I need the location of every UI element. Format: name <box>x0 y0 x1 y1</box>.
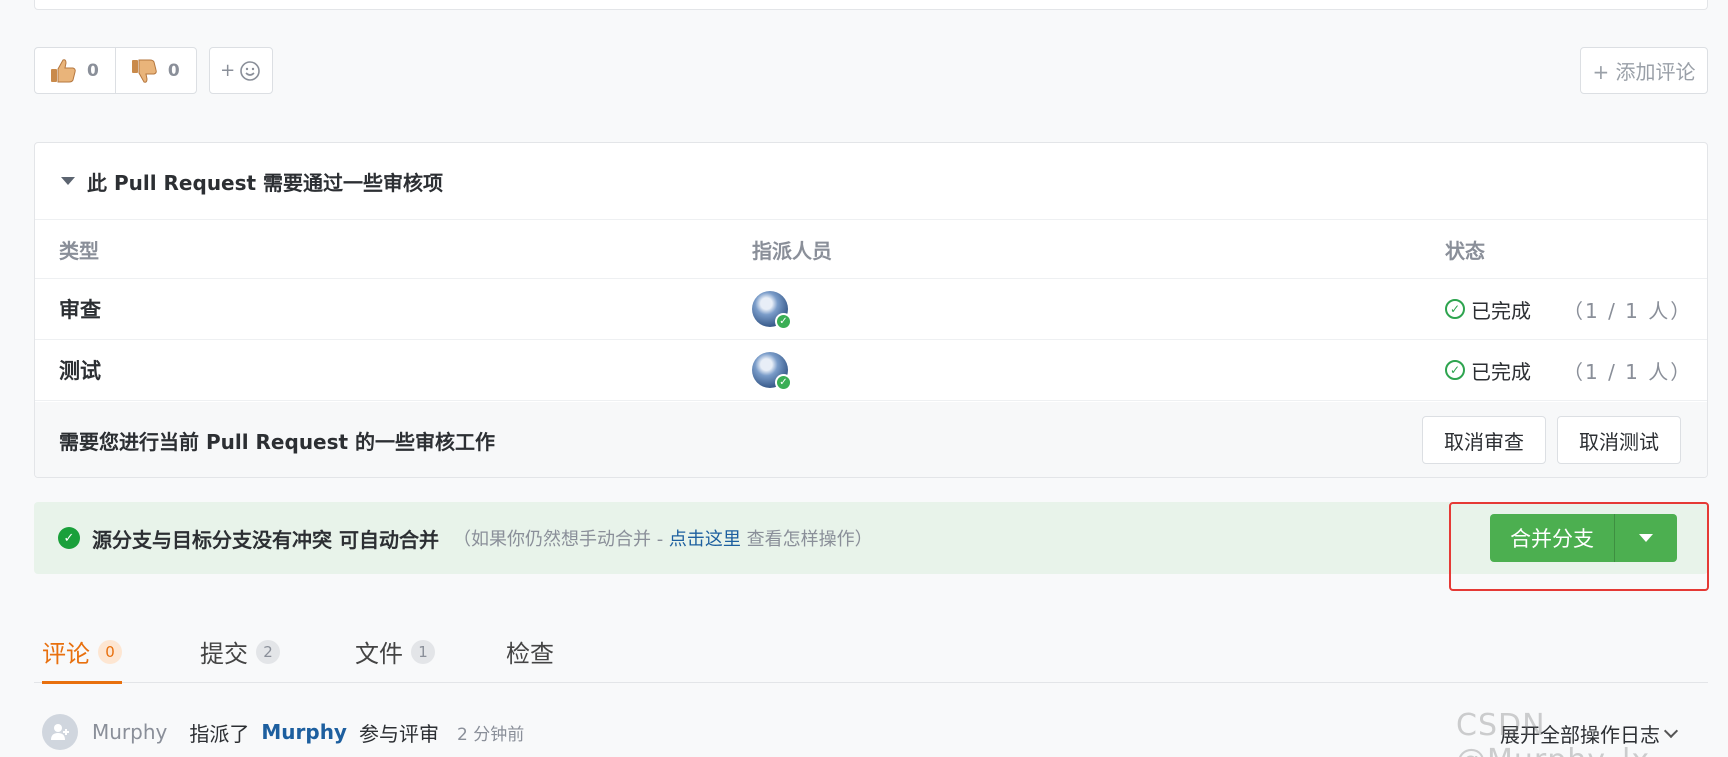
tab-checks[interactable]: 检查 <box>506 620 554 683</box>
tab-label: 提交 <box>200 640 248 668</box>
row-type: 测试 <box>59 359 101 383</box>
expand-log-button[interactable]: 展开全部操作日志 <box>1500 719 1679 748</box>
table-row: 审查 ✓ ✓ 已完成 （1 / 1 人） <box>35 279 1707 340</box>
pr-tabs: 评论 0 提交 2 文件 1 检查 <box>34 620 1708 684</box>
tab-count: 2 <box>256 639 280 664</box>
manual-merge-link[interactable]: 点击这里 <box>669 529 741 550</box>
status-count: （1 / 1 人） <box>1563 298 1693 323</box>
row-status: ✓ 已完成 （1 / 1 人） <box>1445 279 1692 339</box>
thumbs-up-icon <box>51 58 76 82</box>
chevron-down-icon <box>1639 534 1653 542</box>
thumbs-up-count: 0 <box>87 60 99 81</box>
column-assignee: 指派人员 <box>752 238 832 263</box>
cancel-test-button[interactable]: 取消测试 <box>1557 416 1681 464</box>
review-footer: 需要您进行当前 Pull Request 的一些审核工作 取消审查 取消测试 <box>35 402 1707 477</box>
review-panel-header[interactable]: 此 Pull Request 需要通过一些审核项 <box>35 143 1707 220</box>
review-panel: 此 Pull Request 需要通过一些审核项 类型 指派人员 状态 审查 ✓… <box>34 142 1708 478</box>
tab-label: 评论 <box>42 640 90 668</box>
check-circle-icon: ✓ <box>1445 299 1465 319</box>
review-panel-title: 此 Pull Request 需要通过一些审核项 <box>87 170 444 195</box>
merge-status-title: 源分支与目标分支没有冲突 可自动合并 <box>92 527 439 552</box>
check-circle-icon: ✓ <box>1445 360 1465 380</box>
reactions-bar: 0 0 + <box>34 47 273 94</box>
add-emoji-button[interactable]: + <box>208 47 273 94</box>
activity-target-user[interactable]: Murphy <box>261 720 347 744</box>
collapse-caret-icon[interactable] <box>61 177 75 185</box>
user-add-icon <box>42 714 78 750</box>
review-table-header: 类型 指派人员 状态 <box>35 220 1707 279</box>
tab-commits[interactable]: 提交 2 <box>200 620 280 683</box>
smiley-icon <box>240 60 261 81</box>
row-type: 审查 <box>59 298 101 322</box>
thumbs-down-button[interactable]: 0 <box>114 48 196 93</box>
status-text: 已完成 <box>1471 359 1531 384</box>
tab-count: 1 <box>411 639 435 664</box>
row-status: ✓ 已完成 （1 / 1 人） <box>1445 340 1692 400</box>
thumbs-up-button[interactable]: 0 <box>35 48 115 93</box>
review-footer-text: 需要您进行当前 Pull Request 的一些审核工作 <box>59 430 496 454</box>
tab-label: 文件 <box>355 640 403 668</box>
row-assignee: ✓ <box>752 340 792 400</box>
cancel-review-button[interactable]: 取消审查 <box>1422 416 1546 464</box>
activity-user[interactable]: Murphy <box>92 720 167 744</box>
assignee-avatar[interactable]: ✓ <box>752 352 792 391</box>
column-status: 状态 <box>1445 238 1485 263</box>
status-text: 已完成 <box>1471 298 1531 323</box>
status-count: （1 / 1 人） <box>1563 359 1693 384</box>
thumbs-down-count: 0 <box>167 60 180 81</box>
approved-check-icon: ✓ <box>775 374 792 391</box>
approved-check-icon: ✓ <box>775 313 792 330</box>
previous-card-edge <box>34 0 1708 10</box>
thumbs-down-icon <box>131 59 157 83</box>
vote-group: 0 0 <box>34 47 197 94</box>
check-circle-icon: ✓ <box>58 527 80 549</box>
merge-button-group: 合并分支 <box>1490 514 1677 562</box>
tab-label: 检查 <box>506 640 554 668</box>
merge-hint-suffix: 查看怎样操作） <box>740 529 873 550</box>
add-emoji-plus: + <box>220 60 236 81</box>
activity-action-suffix: 参与评审 <box>358 721 439 746</box>
chevron-down-icon <box>1663 723 1679 738</box>
add-comment-button[interactable]: + 添加评论 <box>1580 47 1708 94</box>
tab-files[interactable]: 文件 1 <box>355 620 435 683</box>
merge-options-dropdown[interactable] <box>1614 514 1677 562</box>
activity-item: Murphy 指派了 Murphy 参与评审 2 分钟前 <box>42 714 524 750</box>
assignee-avatar[interactable]: ✓ <box>752 291 792 330</box>
activity-time: 2 分钟前 <box>456 724 525 745</box>
merge-hint: （如果你仍然想手动合并 - 点击这里 查看怎样操作） <box>453 525 873 551</box>
merge-hint-prefix: （如果你仍然想手动合并 - <box>452 529 669 550</box>
activity-action: 指派了 <box>189 721 250 746</box>
merge-branch-button[interactable]: 合并分支 <box>1490 514 1614 562</box>
person-icon <box>51 724 69 740</box>
tab-count: 0 <box>98 639 122 664</box>
expand-log-label: 展开全部操作日志 <box>1500 723 1660 747</box>
table-row: 测试 ✓ ✓ 已完成 （1 / 1 人） <box>35 340 1707 401</box>
column-type: 类型 <box>59 238 99 263</box>
row-assignee: ✓ <box>752 279 792 339</box>
tab-comments[interactable]: 评论 0 <box>42 620 122 684</box>
